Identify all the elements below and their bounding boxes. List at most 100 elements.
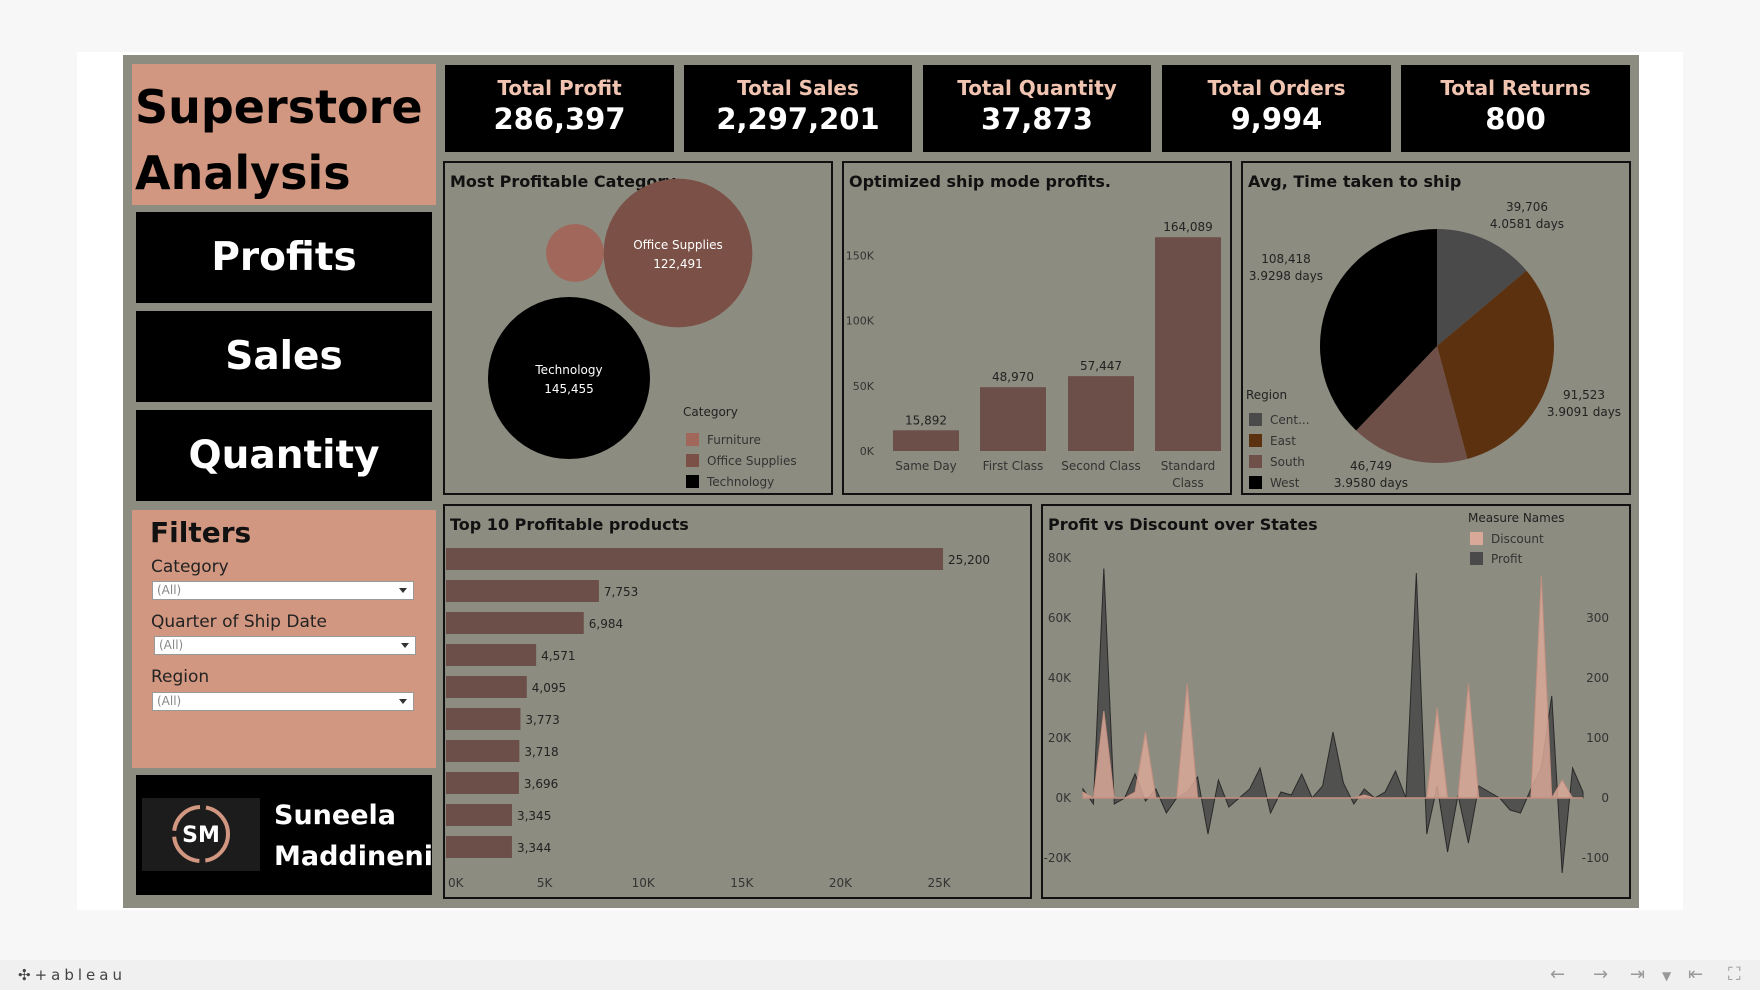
author-last-name: Maddineni bbox=[274, 841, 434, 872]
dashboard-title-box: Superstore Analysis bbox=[132, 64, 436, 205]
category-bubble-chart: Office Supplies 122,491 Technology 145,455 C… bbox=[488, 178, 797, 489]
x-category-label: Same Day bbox=[895, 459, 957, 473]
kpi-value: 2,297,201 bbox=[716, 102, 880, 136]
legend-swatch bbox=[686, 433, 699, 446]
quantity-button[interactable]: Quantity bbox=[136, 410, 432, 501]
y-tick-label: 100K bbox=[846, 315, 875, 328]
bar bbox=[446, 644, 537, 666]
left-axis-tick: 40K bbox=[1048, 671, 1072, 685]
ship-mode-bar-chart: 0K 50K 100K 150K 15,892 Same Day 48,970 First C… bbox=[846, 220, 1221, 490]
logo-monogram: SM bbox=[182, 823, 220, 848]
profits-button[interactable]: Profits bbox=[136, 212, 432, 303]
profits-button-label: Profits bbox=[211, 235, 357, 280]
legend-swatch bbox=[1249, 476, 1262, 489]
profit-discount-area-chart: 80K 60K 40K 20K 0K -20K 300 200 100 0 -100 Measure … bbox=[1044, 511, 1609, 874]
y-tick-label: 50K bbox=[853, 380, 875, 393]
x-tick-label: 15K bbox=[730, 876, 754, 890]
bar-value-label: 25,200 bbox=[948, 553, 990, 567]
kpi-value: 286,397 bbox=[493, 102, 626, 136]
fullscreen-icon[interactable]: ⛶ bbox=[1728, 964, 1741, 985]
bar-value-label: 4,571 bbox=[541, 649, 575, 663]
top-products-bar-chart: 25,200 7,753 6,984 4,571 4,095 3,773 3,718 3,69… bbox=[446, 548, 990, 890]
bar-value-label: 3,696 bbox=[524, 777, 558, 791]
bar-value-label: 3,718 bbox=[524, 745, 558, 759]
x-tick-label: 5K bbox=[537, 876, 554, 890]
legend-swatch bbox=[1249, 455, 1262, 468]
sales-button[interactable]: Sales bbox=[136, 311, 432, 402]
y-tick-label: 0K bbox=[860, 445, 875, 458]
bar bbox=[446, 804, 512, 826]
author-first-name: Suneela bbox=[274, 800, 396, 831]
bubble-value-label: 122,491 bbox=[653, 257, 703, 271]
legend-label: East bbox=[1270, 434, 1296, 448]
y-tick-label: 150K bbox=[846, 250, 875, 263]
bubble-office-supplies bbox=[603, 178, 753, 328]
category-panel: Most Profitable Category Office Supplies… bbox=[443, 161, 833, 495]
region-filter-select[interactable]: (All) bbox=[152, 692, 414, 711]
kpi-label: Total Returns bbox=[1440, 76, 1591, 100]
bar-value-label: 48,970 bbox=[992, 370, 1034, 384]
x-tick-label: 10K bbox=[632, 876, 656, 890]
kpi-total-profit: Total Profit 286,397 bbox=[445, 65, 674, 152]
ship-time-panel: Avg, Time taken to ship 39,706 4.0581 day… bbox=[1241, 161, 1631, 495]
legend-swatch bbox=[1249, 413, 1262, 426]
region-filter-value: (All) bbox=[157, 694, 182, 708]
right-axis-tick: -100 bbox=[1582, 851, 1609, 865]
kpi-label: Total Orders bbox=[1207, 76, 1346, 100]
kpi-value: 37,873 bbox=[981, 102, 1093, 136]
dashboard-title: Superstore Analysis bbox=[135, 74, 423, 206]
profit-area bbox=[1082, 568, 1584, 874]
chevron-down-icon bbox=[401, 643, 409, 648]
redo-icon[interactable]: → bbox=[1593, 964, 1608, 985]
legend-swatch bbox=[686, 475, 699, 488]
first-page-icon[interactable]: ⇤ bbox=[1688, 964, 1703, 985]
category-filter-select[interactable]: (All) bbox=[152, 581, 414, 600]
x-tick-label: 20K bbox=[829, 876, 853, 890]
bar bbox=[446, 772, 519, 794]
bar-value-label: 15,892 bbox=[905, 413, 947, 427]
bubble-value-label: 145,455 bbox=[544, 382, 594, 396]
legend-label: Discount bbox=[1491, 532, 1544, 546]
x-category-label: Second Class bbox=[1061, 459, 1141, 473]
bar bbox=[446, 708, 521, 730]
quarter-filter-value: (All) bbox=[159, 638, 184, 652]
tableau-logo[interactable]: ✣+ableau bbox=[18, 966, 126, 984]
sales-button-label: Sales bbox=[225, 334, 343, 379]
kpi-total-orders: Total Orders 9,994 bbox=[1162, 65, 1391, 152]
pie-value-label: 39,706 bbox=[1506, 200, 1548, 214]
author-card: SM Suneela Maddineni bbox=[136, 775, 433, 895]
kpi-total-sales: Total Sales 2,297,201 bbox=[684, 65, 912, 152]
category-legend-title: Category bbox=[683, 405, 738, 419]
pie-value-label: 91,523 bbox=[1563, 388, 1605, 402]
bar bbox=[980, 387, 1046, 451]
bar bbox=[446, 836, 512, 858]
ship-time-pie-chart: 39,706 4.0581 days 91,523 3.9091 days 46,749… bbox=[1246, 200, 1621, 490]
pie-value-label: 108,418 bbox=[1261, 252, 1311, 266]
author-name: Suneela Maddineni bbox=[274, 795, 433, 877]
legend-swatch bbox=[686, 454, 699, 467]
pie-days-label: 3.9298 days bbox=[1249, 269, 1323, 283]
x-tick-label: 0K bbox=[448, 876, 465, 890]
undo-icon[interactable]: ← bbox=[1550, 964, 1565, 985]
bar bbox=[446, 740, 520, 762]
kpi-value: 9,994 bbox=[1230, 102, 1323, 136]
bar bbox=[446, 676, 527, 698]
legend-label: Cent... bbox=[1270, 413, 1310, 427]
title-line-1: Superstore bbox=[135, 80, 423, 134]
quarter-filter-label: Quarter of Ship Date bbox=[151, 612, 327, 632]
x-tick-label: 25K bbox=[928, 876, 952, 890]
quarter-filter-select[interactable]: (All) bbox=[154, 636, 416, 655]
revert-icon[interactable]: ⇥ bbox=[1630, 964, 1645, 985]
left-axis-tick: 20K bbox=[1048, 731, 1072, 745]
kpi-total-returns: Total Returns 800 bbox=[1401, 65, 1630, 152]
legend-label: South bbox=[1270, 455, 1305, 469]
pie-days-label: 3.9580 days bbox=[1334, 476, 1408, 490]
legend-swatch bbox=[1470, 552, 1483, 565]
pie-days-label: 4.0581 days bbox=[1490, 217, 1564, 231]
x-category-label: Standard bbox=[1161, 459, 1216, 473]
top-products-panel: Top 10 Profitable products 25,200 7,753 6,… bbox=[443, 504, 1032, 899]
author-logo-mark: SM bbox=[172, 805, 230, 863]
chevron-down-icon[interactable]: ▼ bbox=[1662, 969, 1671, 983]
left-axis-tick: 60K bbox=[1048, 611, 1072, 625]
kpi-label: Total Profit bbox=[497, 76, 622, 100]
